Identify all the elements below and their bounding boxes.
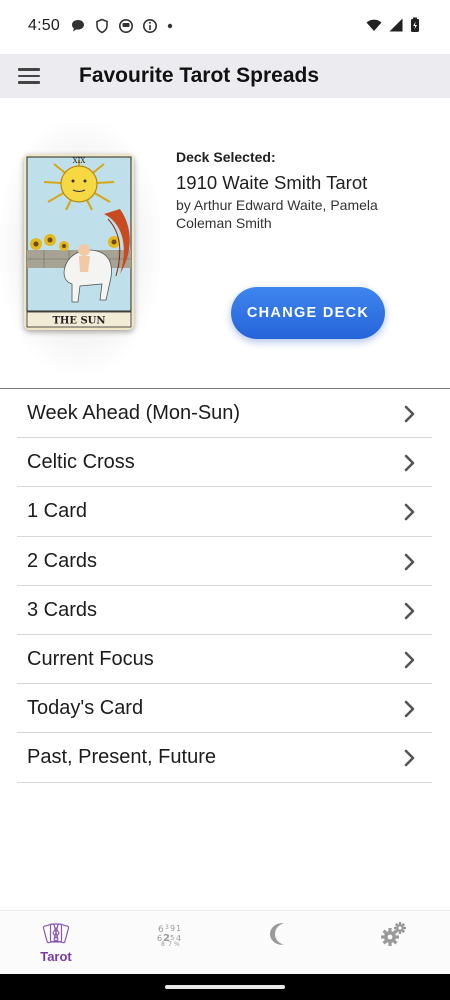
chevron-right-icon (404, 700, 415, 718)
status-bar: 4:50 (0, 0, 450, 54)
deck-selection-panel: XIX THE SUN Deck Selected: 1910 Waite Sm… (0, 98, 450, 388)
battery-icon (411, 17, 419, 32)
spread-list: Week Ahead (Mon-Sun) Celtic Cross 1 Card… (17, 389, 432, 783)
nav-label-tarot: Tarot (40, 949, 72, 964)
chevron-right-icon (404, 750, 415, 767)
dot-icon (167, 23, 173, 29)
spread-label: 2 Cards (27, 549, 98, 572)
svg-text:8: 8 (161, 941, 165, 947)
list-item[interactable]: Week Ahead (Mon-Sun) (17, 389, 432, 439)
system-gesture-bar (0, 974, 450, 1000)
nav-tab-moon[interactable] (251, 921, 311, 971)
chevron-right-icon (404, 651, 415, 669)
spread-label: 3 Cards (27, 598, 98, 621)
android-icon (119, 19, 133, 33)
svg-text:7: 7 (168, 941, 172, 947)
spread-label: Today's Card (27, 697, 144, 720)
status-time: 4:50 (28, 17, 60, 34)
svg-text:1: 1 (176, 924, 181, 933)
bottom-navigation: Tarot 6391 6254 8 7% (0, 910, 450, 974)
svg-text:3: 3 (165, 924, 169, 931)
list-item[interactable]: 3 Cards (17, 586, 432, 635)
list-item[interactable]: Today's Card (17, 684, 432, 734)
nav-tab-tarot[interactable]: Tarot (26, 921, 86, 971)
chevron-right-icon (404, 602, 415, 620)
chat-bubble-icon (72, 20, 84, 32)
deck-card-image[interactable]: XIX THE SUN (24, 154, 134, 330)
svg-text:%: % (174, 941, 180, 947)
nav-tab-numerology[interactable]: 6391 6254 8 7% (139, 921, 199, 971)
list-item[interactable]: Celtic Cross (17, 438, 432, 488)
hamburger-menu-icon[interactable] (18, 64, 42, 88)
chevron-right-icon (404, 504, 415, 521)
wifi-icon (366, 19, 382, 31)
change-deck-button[interactable]: CHANGE DECK (231, 287, 385, 339)
chevron-right-icon (404, 553, 415, 570)
card-numeral: XIX (73, 157, 86, 165)
chevron-right-icon (404, 454, 415, 472)
nav-tab-settings[interactable] (364, 921, 424, 971)
chevron-right-icon (404, 405, 415, 423)
deck-author: by Arthur Edward Waite, Pamela Coleman S… (176, 197, 378, 231)
numerology-icon: 6391 6254 8 7% (157, 924, 181, 947)
info-icon (143, 19, 157, 33)
home-gesture-handle[interactable] (165, 985, 285, 989)
spread-label: 1 Card (27, 500, 88, 523)
tarot-cards-icon (42, 923, 70, 944)
svg-text:9: 9 (170, 924, 175, 933)
spread-label: Week Ahead (Mon-Sun) (27, 402, 241, 424)
settings-gears-icon (381, 922, 406, 946)
moon-icon (270, 923, 284, 945)
signal-icon (389, 18, 403, 32)
deck-selected-label: Deck Selected: (176, 149, 276, 165)
status-system-icons (366, 17, 420, 33)
spread-label: Celtic Cross (27, 451, 135, 474)
shield-icon (96, 18, 108, 34)
list-item[interactable]: 2 Cards (17, 537, 432, 586)
card-caption: THE SUN (52, 316, 105, 327)
spread-label: Past, Present, Future (27, 746, 216, 769)
sun-card-illustration: XIX THE SUN (24, 154, 134, 330)
list-item[interactable]: Past, Present, Future (17, 733, 432, 783)
deck-name: 1910 Waite Smith Tarot (176, 172, 368, 193)
spread-label: Current Focus (27, 647, 154, 670)
page-title: Favourite Tarot Spreads (79, 64, 320, 87)
status-notification-icons (70, 18, 174, 34)
list-item[interactable]: 1 Card (17, 487, 432, 537)
app-bar: Favourite Tarot Spreads (0, 54, 450, 98)
list-item[interactable]: Current Focus (17, 635, 432, 685)
